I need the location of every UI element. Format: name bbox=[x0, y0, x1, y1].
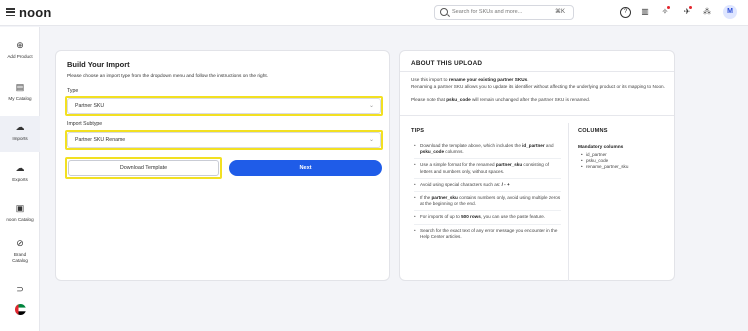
sidebar-item-noon-catalog[interactable]: ▣ noon Catalog bbox=[0, 203, 40, 223]
type-value: Partner SKU bbox=[75, 103, 105, 109]
column-item: rename_partner_sku bbox=[581, 164, 628, 170]
tips-list: Download the template above, which inclu… bbox=[414, 143, 561, 246]
type-label: Type bbox=[67, 88, 79, 94]
sidebar-item-my-catalog[interactable]: ▤ My Catalog bbox=[0, 82, 40, 102]
subtype-select[interactable]: Partner SKU Rename ⌄ bbox=[67, 132, 381, 148]
columns-list: id_partner psku_code rename_partner_sku bbox=[581, 152, 628, 170]
chevron-down-icon: ⌄ bbox=[368, 137, 374, 143]
tip-item: For imports of up to 500 rows, you can u… bbox=[414, 214, 561, 225]
sidebar-item-country[interactable] bbox=[0, 304, 40, 315]
instructions-text: Please choose an import type from the dr… bbox=[67, 74, 269, 79]
tip-item: Search for the exact text of any error m… bbox=[414, 228, 561, 243]
about-line-3: Please note that psku_code will remain u… bbox=[411, 97, 591, 102]
sidebar-item-tag[interactable]: ⊃ bbox=[0, 284, 40, 295]
subtype-label: Import Subtype bbox=[67, 121, 103, 127]
verified-icon: ⊘ bbox=[16, 238, 24, 248]
tips-title: TIPS bbox=[411, 128, 425, 134]
cloud-download-icon: ☁ bbox=[15, 163, 25, 173]
catalog-icon: ▤ bbox=[15, 82, 25, 92]
next-button[interactable]: Next bbox=[229, 160, 382, 176]
type-select[interactable]: Partner SKU ⌄ bbox=[67, 98, 381, 114]
search-input[interactable]: Search for SKUs and more... ⌘K bbox=[434, 5, 574, 20]
sidebar-item-label: Add Product bbox=[7, 54, 33, 59]
uae-flag-icon bbox=[0, 304, 40, 315]
sidebar: ⊕ Add Product ▤ My Catalog ☁ Imports ☁ E… bbox=[0, 27, 40, 331]
sidebar-item-brand-catalog[interactable]: ⊘ Brand Catalog bbox=[0, 238, 40, 264]
shortcut-hint: ⌘K bbox=[554, 9, 565, 15]
columns-title: COLUMNS bbox=[578, 128, 608, 134]
divider bbox=[400, 71, 674, 72]
subtype-value: Partner SKU Rename bbox=[75, 137, 126, 143]
tag-icon: ⊃ bbox=[16, 284, 24, 294]
download-template-button[interactable]: Download Template bbox=[68, 160, 219, 176]
sidebar-item-label: noon Catalog bbox=[6, 217, 34, 222]
notification-dot bbox=[667, 6, 670, 9]
about-title: ABOUT THIS UPLOAD bbox=[411, 60, 483, 67]
search-icon bbox=[440, 8, 448, 16]
sidebar-item-label: Imports bbox=[12, 136, 28, 141]
cloud-upload-icon: ☁ bbox=[15, 122, 25, 132]
noon-logo[interactable]: noon bbox=[19, 5, 52, 20]
mandatory-columns-label: Mandatory columns bbox=[578, 145, 624, 150]
about-line-2: Renaming a partner SKU allows you to upd… bbox=[411, 84, 665, 89]
about-line-1: Use this import to rename your existing … bbox=[411, 77, 529, 82]
top-bar: noon Search for SKUs and more... ⌘K ? ▥ … bbox=[0, 0, 748, 26]
help-icon[interactable]: ? bbox=[620, 7, 631, 18]
tip-item: Avoid using special characters such as: … bbox=[414, 182, 561, 193]
chevron-down-icon: ⌄ bbox=[368, 103, 374, 109]
search-placeholder: Search for SKUs and more... bbox=[452, 9, 523, 15]
book-icon: ▣ bbox=[15, 203, 25, 213]
sidebar-item-label: Brand Catalog bbox=[12, 252, 28, 263]
sidebar-item-label: My Catalog bbox=[8, 96, 32, 101]
grid-icon[interactable]: ▥ bbox=[639, 6, 651, 18]
tip-item: Use a simple format for the renamed part… bbox=[414, 162, 561, 179]
sidebar-item-add-product[interactable]: ⊕ Add Product bbox=[0, 40, 40, 60]
menu-icon[interactable] bbox=[6, 8, 15, 17]
build-import-card: Build Your Import Please choose an impor… bbox=[55, 50, 390, 281]
tip-item: If the partner_sku contains numbers only… bbox=[414, 195, 561, 212]
plus-circle-icon: ⊕ bbox=[16, 40, 24, 50]
divider bbox=[400, 115, 674, 116]
avatar[interactable]: M bbox=[723, 5, 737, 19]
sidebar-item-label: Exports bbox=[12, 177, 28, 182]
notification-dot bbox=[689, 6, 692, 9]
tip-item: Download the template above, which inclu… bbox=[414, 143, 561, 160]
card-title: Build Your Import bbox=[67, 60, 130, 69]
sidebar-item-imports[interactable]: ☁ Imports bbox=[0, 116, 40, 152]
translate-icon[interactable]: ⁂ bbox=[701, 6, 713, 18]
sidebar-item-exports[interactable]: ☁ Exports bbox=[0, 163, 40, 183]
about-upload-card: ABOUT THIS UPLOAD Use this import to ren… bbox=[399, 50, 675, 281]
column-divider bbox=[568, 123, 569, 281]
